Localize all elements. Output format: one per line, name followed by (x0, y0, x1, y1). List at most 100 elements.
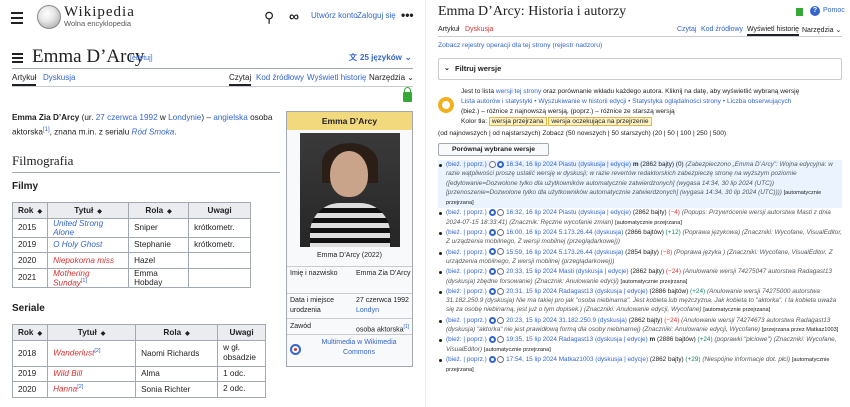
revision-date-link[interactable]: 16:00, 16 lip 2024 (506, 229, 557, 236)
user-link[interactable]: Masti (559, 268, 574, 275)
tab-read[interactable]: Czytaj (229, 73, 252, 86)
sortable-header[interactable]: Tytuł ◆ (47, 324, 137, 341)
tab-history[interactable]: Wyświetl historię (307, 73, 367, 82)
create-account-link[interactable]: Utwórz konto (311, 11, 358, 20)
tab-read[interactable]: Czytaj (677, 26, 696, 33)
diff-links[interactable]: (bież. | poprz.) (446, 336, 489, 343)
user-link[interactable]: Radagast13 (559, 336, 593, 343)
radio-old[interactable] (488, 248, 496, 256)
revision-date-link[interactable]: 15:59, 16 lip 2024 (506, 249, 557, 256)
help-link[interactable]: Pomoc (823, 7, 845, 14)
title-cell[interactable]: United Strong Alone (47, 217, 130, 238)
diff-links[interactable]: (bież. | poprz.) (446, 288, 489, 295)
filter-revisions-toggle[interactable]: ⌄ Filtruj wersje (438, 58, 842, 80)
user-tools[interactable]: (dyskusja | edycje) (595, 336, 648, 343)
tools-menu[interactable]: Narzędzia ⌄ (369, 73, 414, 82)
user-link[interactable]: 5.173.26.44 (559, 229, 593, 236)
title-cell[interactable]: O Holy Ghost (47, 236, 130, 253)
toc-icon[interactable] (12, 53, 23, 65)
radio-old[interactable] (488, 287, 496, 295)
help-icon[interactable]: ? (810, 6, 820, 16)
diff-links[interactable]: (bież. | poprz.) (446, 356, 489, 363)
revision-date-link[interactable]: 20:23, 15 lip 2024 (506, 317, 557, 324)
search-icon[interactable]: ⚲ (264, 9, 274, 26)
tab-source[interactable]: Kod źródłowy (256, 73, 304, 82)
sortable-header[interactable]: Rola ◆ (128, 202, 190, 219)
radio-new[interactable] (497, 268, 505, 276)
title-cell[interactable]: Niepokorna miss (47, 252, 130, 269)
user-tools[interactable]: (dyskusja | edycje) (578, 161, 631, 168)
user-tools[interactable]: (dyskusja | edycje) (595, 288, 648, 295)
revision-date-link[interactable]: 16:34, 16 lip 2024 (506, 161, 557, 168)
tools-menu[interactable]: Narzędzia ⌄ (802, 26, 841, 34)
diff-links[interactable]: (bież. | poprz.) (446, 317, 489, 324)
revision-date-link[interactable]: 20:33, 15 lip 2024 (506, 268, 557, 275)
ref-link[interactable]: [1] (43, 127, 50, 133)
user-tools[interactable]: (dyskusja | edycje) (576, 268, 629, 275)
radio-old[interactable] (488, 316, 496, 324)
user-tools[interactable]: (dyskusja | edycje) (578, 209, 631, 216)
sortable-header[interactable]: Rok ◆ (11, 324, 49, 341)
sortable-header[interactable]: Tytuł ◆ (47, 202, 130, 219)
birth-city-link[interactable]: Londynie (168, 113, 201, 122)
pagination[interactable]: (od najnowszych | od najstarszych) Zobac… (438, 129, 842, 139)
user-link[interactable]: 5.173.26.44 (559, 249, 593, 256)
user-link[interactable]: Piastu (559, 209, 577, 216)
title-cell[interactable]: Wild Bill (47, 365, 137, 382)
radio-old[interactable] (488, 268, 496, 276)
user-link[interactable]: 31.182.250.9 (559, 317, 596, 324)
title-cell[interactable]: Hanna[2] (47, 381, 137, 398)
logs-link[interactable]: Zobacz rejestry operacji dla tej strony … (438, 42, 602, 49)
diff-links[interactable]: (bież. | poprz.) (446, 249, 489, 256)
radio-new[interactable] (497, 336, 505, 344)
radio-old[interactable] (488, 336, 496, 344)
revision-date-link[interactable]: 20:31, 15 lip 2024 (506, 288, 557, 295)
nationality-link[interactable]: angielska (213, 113, 248, 122)
diff-links[interactable]: (bież. | poprz.) (446, 209, 489, 216)
diff-links[interactable]: (bież. | poprz.) (446, 268, 489, 275)
diff-links[interactable]: (bież. | poprz.) (446, 161, 489, 168)
commons-link[interactable]: Multimedia w Wikimedia Commons (311, 338, 407, 358)
sortable-header[interactable]: Uwagi (188, 202, 252, 219)
languages-button[interactable]: 文 25 języków ⌄ (349, 52, 412, 63)
tab-talk[interactable]: Dyskusja (43, 73, 75, 82)
glasses-icon[interactable]: ∞ (289, 8, 299, 24)
wikipedia-logo[interactable] (37, 5, 61, 29)
more-options-icon[interactable]: ••• (401, 8, 414, 22)
radio-old[interactable] (488, 209, 496, 217)
title-cell[interactable]: Mothering Sunday[1] (47, 267, 130, 289)
user-link[interactable]: Radagast13 (559, 288, 593, 295)
external-tools-links[interactable]: Lista autorów i statystyki • Wyszukiwani… (461, 97, 841, 107)
title-cell[interactable]: Wanderlust[2] (47, 339, 137, 367)
user-link[interactable]: Piastu (559, 161, 577, 168)
radio-old[interactable] (488, 355, 496, 363)
login-link[interactable]: Zaloguj się (357, 11, 396, 20)
sortable-header[interactable]: Rola ◆ (135, 324, 219, 341)
user-link[interactable]: Matkaz1003 (559, 356, 594, 363)
diff-links[interactable]: (bież. | poprz.) (446, 229, 489, 236)
radio-new[interactable] (497, 248, 505, 256)
revision-date-link[interactable]: 17:54, 15 lip 2024 (506, 356, 557, 363)
versions-link[interactable]: wersji tej strony (496, 88, 541, 95)
edit-title-link[interactable]: [edytuj] (130, 55, 153, 62)
sortable-header[interactable]: Rok ◆ (11, 202, 49, 219)
birth-place-link[interactable]: Londyn (356, 307, 379, 314)
portrait-image[interactable] (300, 133, 400, 247)
radio-new[interactable] (497, 355, 505, 363)
revision-date-link[interactable]: 19:35, 15 lip 2024 (506, 336, 557, 343)
radio-old[interactable] (488, 228, 496, 236)
user-tools[interactable]: (dyskusja | edycje) (595, 356, 648, 363)
tab-history[interactable]: Wyświetl historię (747, 26, 800, 36)
birth-date-link[interactable]: 27 czerwca 1992 (96, 113, 158, 122)
main-menu-icon[interactable] (11, 12, 23, 27)
show-link[interactable]: Ród Smoka (132, 128, 175, 137)
user-tools[interactable]: (dyskusja) (598, 317, 627, 324)
tab-talk[interactable]: Dyskusja (465, 26, 493, 33)
lock-icon[interactable] (403, 87, 412, 102)
tab-article[interactable]: Artykuł (12, 73, 37, 86)
tab-source[interactable]: Kod źródłowy (701, 26, 743, 33)
sortable-header[interactable]: Uwagi (217, 324, 267, 341)
tab-article[interactable]: Artykuł (438, 26, 459, 33)
compare-versions-button[interactable]: Porównaj wybrane wersje (438, 143, 549, 156)
radio-new[interactable] (497, 287, 505, 295)
